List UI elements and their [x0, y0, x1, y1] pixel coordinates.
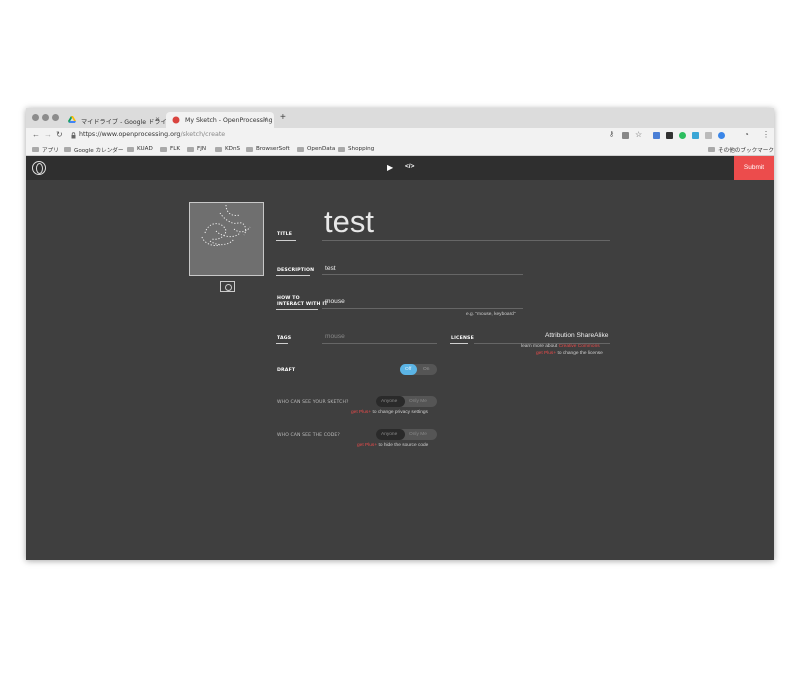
back-arrow-icon[interactable]: ← — [32, 130, 40, 139]
who-see-code-label: WHO CAN SEE THE CODE? — [277, 433, 340, 438]
menu-kebab-icon[interactable]: ⋮ — [762, 130, 770, 139]
bookmark-folder[interactable]: KUAD — [127, 146, 153, 152]
address-bar[interactable]: https://www.openprocessing.org/sketch/cr… — [79, 131, 225, 138]
code-visibility-only-me[interactable]: Only Me — [409, 432, 427, 437]
code-visibility-anyone[interactable]: Anyone — [381, 432, 397, 437]
other-bookmarks[interactable]: その他のブックマーク — [708, 146, 774, 154]
zoom-window-button[interactable] — [52, 114, 59, 121]
key-icon[interactable]: ⚷ — [609, 130, 614, 138]
bookmark-google-calendar[interactable]: Google カレンダー — [64, 146, 123, 154]
profile-icon[interactable]: ◔ — [744, 130, 749, 139]
license-hint-text: learn more about — [521, 344, 558, 349]
camera-icon[interactable] — [220, 281, 235, 292]
bookmark-folder[interactable]: OpenData — [297, 146, 335, 152]
minimize-window-button[interactable] — [42, 114, 49, 121]
get-plus-link[interactable]: get Plus+ — [536, 351, 556, 356]
openprocessing-favicon-icon — [172, 116, 180, 124]
license-label: LICENSE — [451, 336, 474, 341]
title-label-underline — [276, 240, 296, 241]
interact-label-line1: HOW TO — [277, 296, 300, 301]
tab-title: My Sketch - OpenProcessing — [185, 117, 273, 124]
close-tab-icon[interactable]: × — [155, 116, 160, 123]
lock-icon — [71, 132, 76, 139]
sketch-preview-image — [201, 204, 251, 246]
close-tab-icon[interactable]: × — [263, 116, 268, 123]
sketch-thumbnail — [189, 202, 264, 276]
app-header: ▶ </> Submit — [26, 156, 774, 180]
extension-icon[interactable] — [692, 132, 699, 139]
who-see-sketch-label: WHO CAN SEE YOUR SKETCH? — [277, 400, 349, 405]
bookmarks-bar: アプリ Google カレンダー KUAD FLK FJN KDnS Brows… — [26, 143, 774, 156]
creative-commons-link[interactable]: Creative Commons — [559, 344, 600, 349]
new-tab-button[interactable]: + — [280, 112, 286, 123]
description-input[interactable]: test — [325, 265, 336, 272]
close-window-button[interactable] — [32, 114, 39, 121]
privacy-hint: get Plus+ to change privacy settings — [351, 410, 428, 415]
sketch-visibility-anyone[interactable]: Anyone — [381, 399, 397, 404]
google-drive-icon — [68, 116, 76, 123]
bookmark-folder[interactable]: KDnS — [215, 146, 240, 152]
code-hint-text: to hide the source code — [378, 443, 429, 448]
sketch-visibility-only-me[interactable]: Only Me — [409, 399, 427, 404]
tags-input-underline — [322, 343, 437, 344]
play-icon[interactable]: ▶ — [387, 163, 393, 172]
evernote-icon[interactable] — [679, 132, 686, 139]
license-hint: learn more about Creative Commons — [521, 344, 600, 349]
code-visibility-toggle[interactable]: Anyone Only Me — [376, 429, 437, 440]
draft-on-option[interactable]: On — [423, 367, 429, 372]
interact-input[interactable]: mouse — [325, 298, 345, 305]
translate-icon[interactable] — [622, 132, 629, 139]
interact-label-underline — [276, 309, 318, 310]
license-plus-hint-text: to change the license — [557, 351, 603, 356]
license-plus-hint: get Plus+ to change the license — [536, 351, 603, 356]
bookmark-folder[interactable]: FLK — [160, 146, 180, 152]
title-input-underline — [322, 240, 610, 241]
privacy-hint-text: to change privacy settings — [372, 410, 428, 415]
interact-input-underline — [322, 308, 523, 309]
bookmark-folder[interactable]: Shopping — [338, 146, 374, 152]
url-path: /sketch/create — [180, 131, 226, 138]
description-label: DESCRIPTION — [277, 268, 315, 273]
get-plus-link[interactable]: get Plus+ — [357, 443, 377, 448]
openprocessing-logo-icon[interactable] — [32, 161, 46, 175]
forward-arrow-icon[interactable]: → — [44, 130, 52, 139]
browser-toolbar: ← → ↻ https://www.openprocessing.org/ske… — [26, 128, 774, 143]
draft-off-option[interactable]: Off — [405, 367, 411, 372]
interact-label-line2: INTERACT WITH IT — [277, 302, 328, 307]
reload-icon[interactable]: ↻ — [56, 130, 63, 139]
title-input[interactable]: test — [324, 204, 374, 240]
submit-button[interactable]: Submit — [734, 156, 774, 180]
extension-icon[interactable] — [718, 132, 725, 139]
draft-toggle[interactable]: Off On — [400, 364, 437, 375]
tab-google-drive[interactable]: マイドライブ - Google ドライブ × — [62, 112, 173, 128]
extension-icon[interactable] — [705, 132, 712, 139]
bookmark-apps[interactable]: アプリ — [32, 146, 59, 154]
extension-icon[interactable] — [666, 132, 673, 139]
code-icon[interactable]: </> — [405, 163, 414, 170]
tags-input[interactable]: mouse — [325, 333, 345, 340]
sketch-visibility-toggle[interactable]: Anyone Only Me — [376, 396, 437, 407]
tags-label-underline — [276, 343, 288, 344]
tab-strip: マイドライブ - Google ドライブ × My Sketch - OpenP… — [26, 108, 774, 128]
code-hint: get Plus+ to hide the source code — [357, 443, 428, 448]
extension-icon[interactable] — [653, 132, 660, 139]
browser-window: マイドライブ - Google ドライブ × My Sketch - OpenP… — [26, 108, 774, 560]
description-label-underline — [276, 275, 310, 276]
description-input-underline — [322, 274, 523, 275]
tab-my-sketch[interactable]: My Sketch - OpenProcessing × — [166, 112, 274, 128]
interact-hint: e.g. "mouse, keyboard" — [466, 312, 516, 317]
draft-label: DRAFT — [277, 368, 296, 373]
get-plus-link[interactable]: get Plus+ — [351, 410, 371, 415]
tags-label: TAGS — [277, 336, 292, 341]
title-label: TITLE — [277, 232, 293, 237]
bookmark-folder[interactable]: BrowserSoft — [246, 146, 290, 152]
url-host: https://www.openprocessing.org — [79, 131, 181, 138]
bookmark-folder[interactable]: FJN — [187, 146, 206, 152]
license-value[interactable]: Attribution ShareAlike — [545, 332, 608, 339]
star-icon[interactable]: ☆ — [635, 130, 642, 139]
license-label-underline — [450, 343, 468, 344]
